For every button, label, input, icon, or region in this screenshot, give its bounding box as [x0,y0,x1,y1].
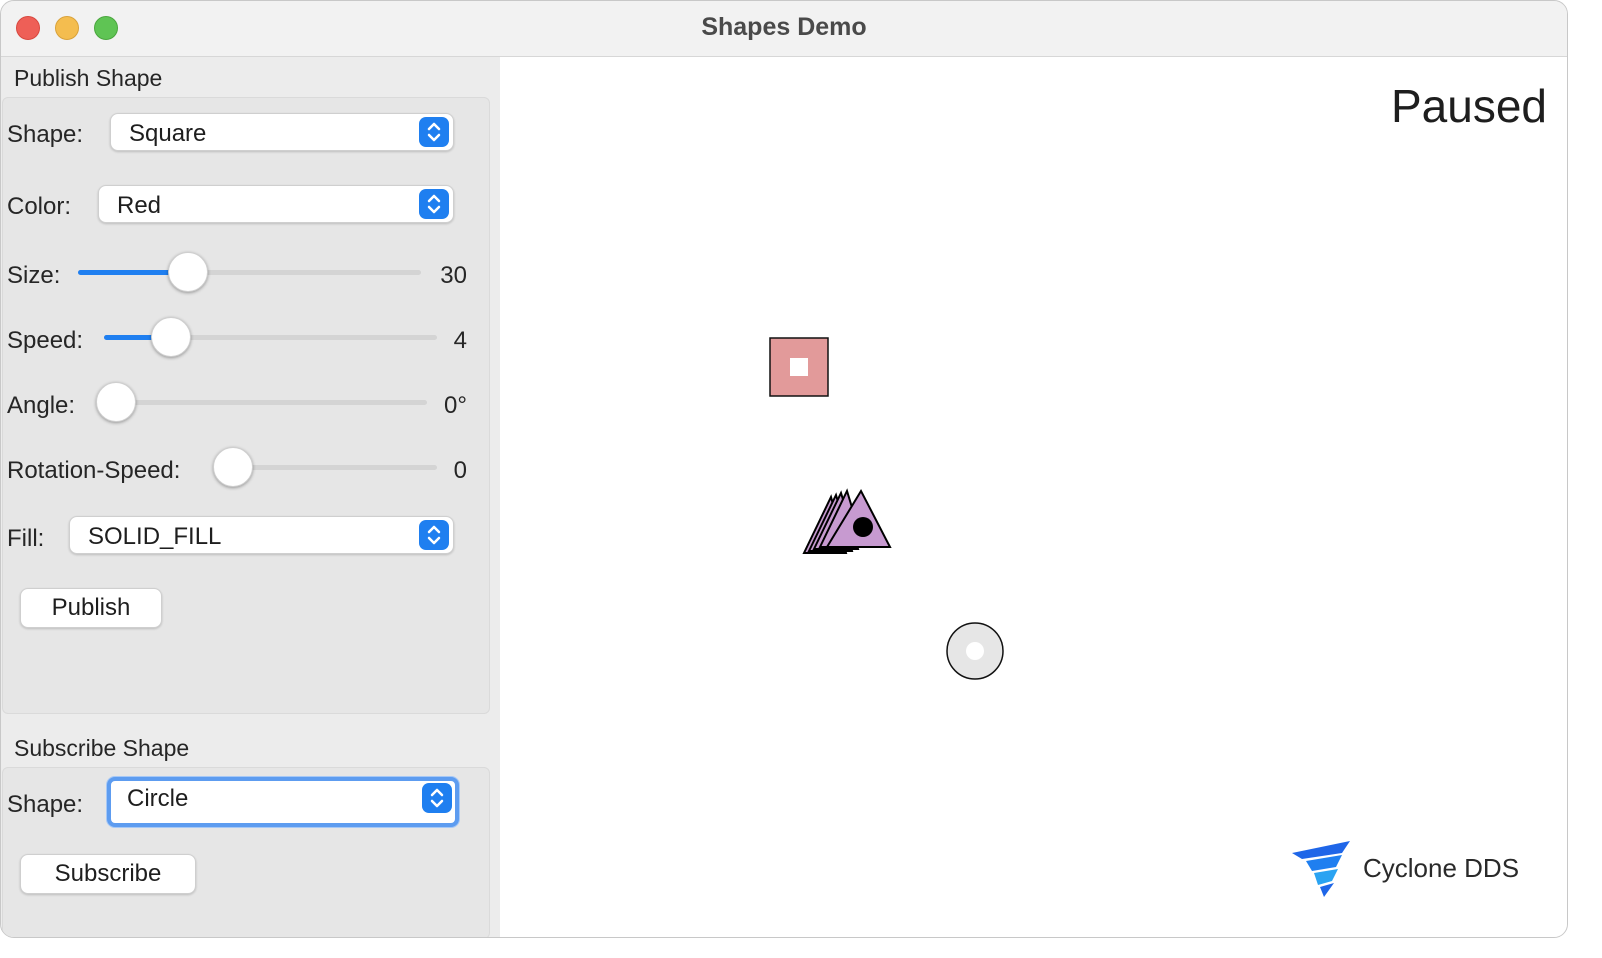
subscribe-shape-select[interactable]: Circle [107,777,459,827]
rotation-speed-value: 0 [453,457,467,484]
subscribe-group: Shape: Circle Subscribe [2,767,490,937]
title-bar[interactable]: Shapes Demo [1,1,1567,57]
brand-name: Cyclone DDS [1363,853,1520,883]
shapes-canvas[interactable]: Paused [500,57,1567,937]
size-label: Size: [7,262,61,289]
window-title: Shapes Demo [701,13,867,41]
publish-shape-select[interactable]: Square [110,113,454,151]
publish-group-title: Publish Shape [14,65,163,91]
select-stepper-icon [419,189,449,219]
angle-value: 0° [444,392,467,419]
size-value: 30 [440,262,467,289]
color-value: Red [117,192,162,219]
subscribe-shape-label: Shape: [7,791,84,818]
rotation-speed-slider-thumb[interactable] [213,447,253,487]
speed-slider-thumb[interactable] [151,317,191,357]
subscribe-group-title: Subscribe Shape [14,735,190,761]
speed-label: Speed: [7,327,84,354]
speed-value: 4 [453,327,467,354]
publish-shape-label: Shape: [7,121,84,148]
app-window: Shapes Demo Publish Shape Shape: Square … [0,0,1568,938]
color-label: Color: [7,193,72,220]
white-circle-shape[interactable] [946,622,1004,680]
control-panel: Publish Shape Shape: Square Color: Red S… [1,57,499,937]
fill-select[interactable]: SOLID_FILL [69,516,454,554]
subscribe-button[interactable]: Subscribe [20,854,196,894]
red-square-shape[interactable] [769,337,829,397]
fill-value: SOLID_FILL [88,523,222,550]
fill-label: Fill: [7,525,45,552]
speed-slider[interactable] [104,317,437,357]
shapes-drawing [769,337,1004,680]
angle-slider[interactable] [96,382,427,422]
subscribe-shape-value: Circle [127,785,189,812]
publish-group: Shape: Square Color: Red Size: 30 Speed:… [2,97,490,714]
select-stepper-icon [419,520,449,550]
select-stepper-icon [419,117,449,147]
select-stepper-icon [422,783,452,813]
size-slider-thumb[interactable] [168,252,208,292]
publish-button[interactable]: Publish [20,588,162,628]
color-select[interactable]: Red [98,185,454,223]
cyclone-dds-logo-icon [1292,841,1350,897]
rotation-speed-label: Rotation-Speed: [7,457,181,484]
publish-shape-value: Square [129,120,207,147]
angle-slider-thumb[interactable] [96,382,136,422]
angle-label: Angle: [7,392,76,419]
size-slider[interactable] [78,252,421,292]
purple-triangle-shape[interactable] [802,488,892,554]
